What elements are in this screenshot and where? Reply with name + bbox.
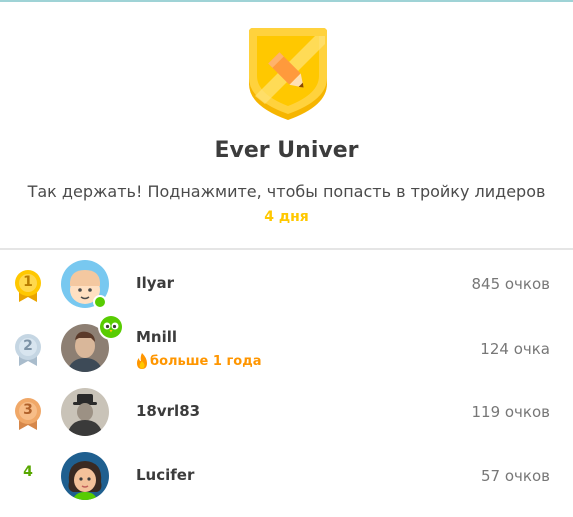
username[interactable]: Lucifer [136,466,194,484]
fire-icon [137,353,147,369]
league-message: Так держать! Поднажмите, чтобы попасть в… [27,182,546,201]
leaderboard-row[interactable]: 3 18vrl83 119 очков [0,380,573,444]
points: 57 очков [481,467,550,485]
avatar-illustration-icon [61,452,109,500]
rank-number: 4 [23,464,33,480]
streak-label: больше 1 года [150,353,262,369]
points: 845 очков [471,275,550,293]
leaderboard-row[interactable]: 2 Mnill больше 1 года 124 очка [0,314,573,380]
leaderboard-row[interactable]: 1 Ilyar 845 очков [0,252,573,316]
username[interactable]: Mnill [136,328,177,346]
avatar[interactable] [61,452,109,500]
days-remaining: 4 дня [264,209,309,225]
rank-number: 1 [23,274,33,290]
header-divider [0,248,573,250]
rank-number: 3 [23,402,33,418]
league-header: Ever Univer Так держать! Поднажмите, что… [0,2,573,252]
owl-icon [98,314,124,340]
leaderboard-row[interactable]: 4 Lucifer 57 очков [0,444,573,508]
username[interactable]: Ilyar [136,274,174,292]
points: 124 очка [480,340,550,358]
username[interactable]: 18vrl83 [136,402,200,420]
avatar[interactable] [61,388,109,436]
points: 119 очков [471,403,550,421]
avatar-photo-icon [61,388,109,436]
streak-info: больше 1 года [136,353,261,369]
league-title: Ever Univer [214,138,359,163]
online-indicator [93,295,107,309]
league-shield-icon [249,28,327,120]
rank-number: 2 [23,338,33,354]
